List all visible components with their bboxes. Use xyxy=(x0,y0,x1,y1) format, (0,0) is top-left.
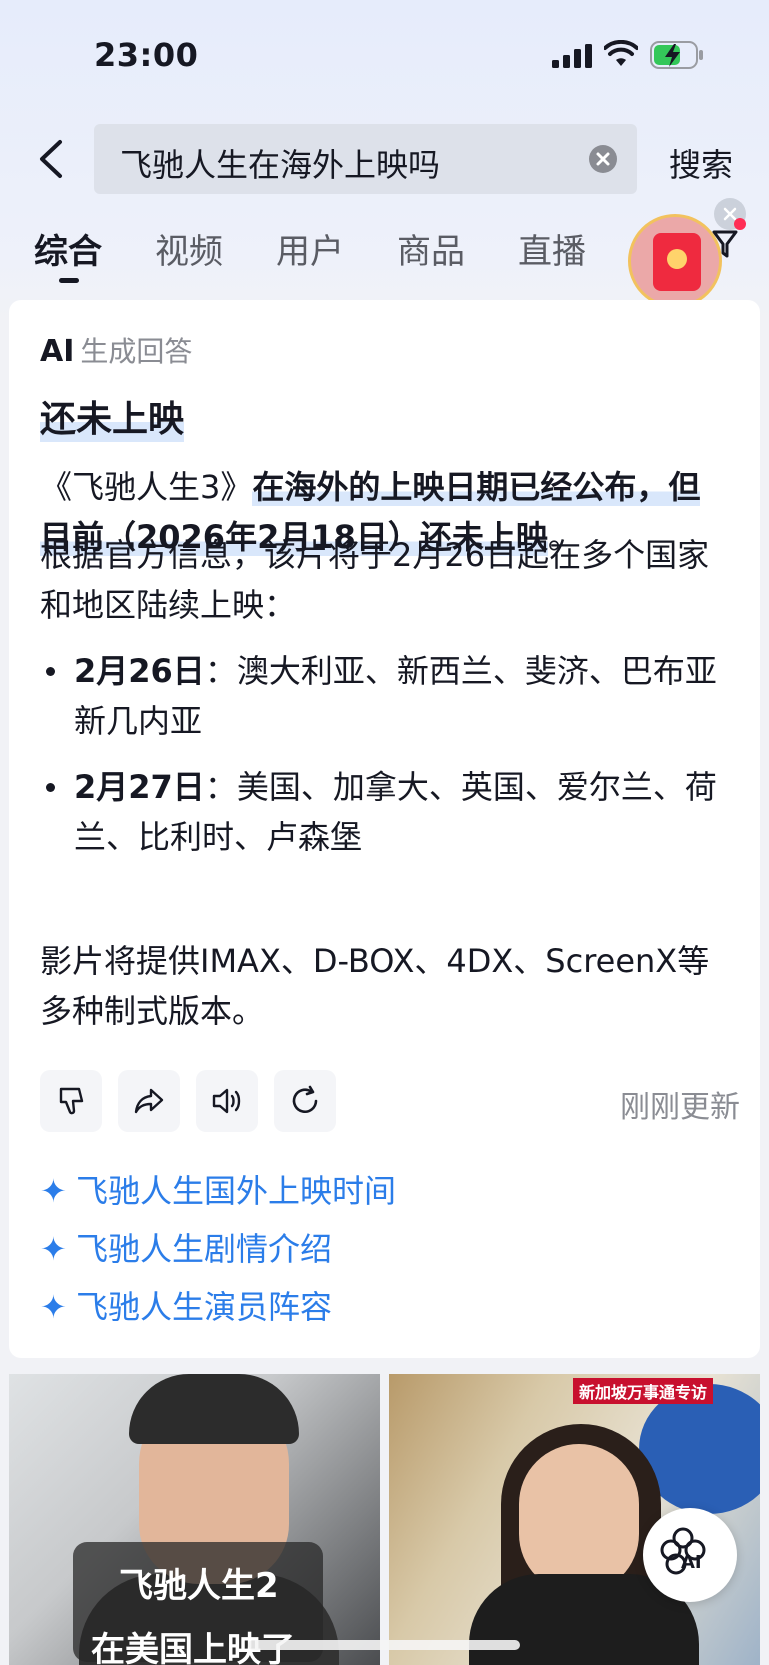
thumbs-down-icon xyxy=(59,1087,84,1115)
search-query[interactable]: 飞驰人生在海外上映吗 xyxy=(120,140,440,186)
ai-logo: AI xyxy=(40,334,75,369)
answer-paragraph-3: 影片将提供IMAX、D-BOX、4DX、ScreenX等多种制式版本。 xyxy=(40,942,710,1030)
share-button[interactable] xyxy=(118,1070,180,1132)
ai-fab-label: AI xyxy=(681,1552,702,1573)
list-item: 2月27日：美国、加拿大、英国、爱尔兰、荷兰、比利时、卢森堡 xyxy=(40,762,730,862)
video-thumbnail-face xyxy=(519,1444,639,1594)
ai-header-label: 生成回答 xyxy=(80,335,193,368)
video-source-tag: 新加坡万事通专访 xyxy=(573,1378,714,1404)
video-thumbnail-cap xyxy=(129,1374,299,1444)
video-caption-line-1: 飞驰人生2 xyxy=(119,1566,279,1606)
tab-comprehensive[interactable]: 综合 xyxy=(34,224,102,273)
video-card-1[interactable]: 飞驰人生2 在美国上映了 xyxy=(9,1374,380,1665)
ai-answer-card: AI 生成回答 还未上映 《飞驰人生3》在海外的上映日期已经公布，但目前（2026… xyxy=(9,300,760,1358)
bullet-sep: ： xyxy=(204,652,237,690)
sparkle-icon: ✦ xyxy=(40,1172,67,1210)
tab-user[interactable]: 用户 xyxy=(276,224,344,273)
tab-video[interactable]: 视频 xyxy=(155,224,223,273)
ai-answer-header: AI 生成回答 xyxy=(40,330,192,370)
answer-actions: 刚刚更新 xyxy=(40,1070,740,1132)
answer-p1-lead: 《飞驰人生3》 xyxy=(40,468,253,506)
bullet-sep: ： xyxy=(204,768,237,806)
suggestion-1[interactable]: ✦ 飞驰人生国外上映时间 xyxy=(40,1166,396,1212)
clear-icon[interactable] xyxy=(589,145,617,173)
red-envelope-float-button[interactable] xyxy=(628,214,722,308)
suggestion-2[interactable]: ✦ 飞驰人生剧情介绍 xyxy=(40,1224,332,1270)
updated-status: 刚刚更新 xyxy=(620,1090,740,1125)
cellular-signal-icon xyxy=(552,44,592,68)
dislike-button[interactable] xyxy=(40,1070,102,1132)
suggestion-text[interactable]: 飞驰人生剧情介绍 xyxy=(76,1230,332,1268)
suggestion-text[interactable]: 飞驰人生国外上映时间 xyxy=(76,1172,396,1210)
search-input[interactable]: 飞驰人生在海外上映吗 xyxy=(94,124,637,194)
search-button[interactable]: 搜索 xyxy=(669,140,733,186)
share-icon xyxy=(134,1088,164,1114)
sparkle-icon: ✦ xyxy=(40,1288,67,1326)
regenerate-button[interactable] xyxy=(274,1070,336,1132)
status-time: 23:00 xyxy=(94,36,199,74)
list-item: 2月26日：澳大利亚、新西兰、斐济、巴布亚新几内亚 xyxy=(40,646,730,746)
back-arrow-icon[interactable] xyxy=(36,138,68,180)
answer-title: 还未上映 xyxy=(40,390,185,442)
answer-paragraph-2: 根据官方信息，该片将于2月26日起在多个国家和地区陆续上映： xyxy=(40,536,710,624)
ai-assistant-button[interactable]: AI xyxy=(643,1508,737,1602)
refresh-icon xyxy=(292,1085,318,1114)
read-aloud-button[interactable] xyxy=(196,1070,258,1132)
bullet-date: 2月26日 xyxy=(74,652,205,690)
battery-charging-icon xyxy=(650,41,703,69)
bullet-date: 2月27日 xyxy=(74,768,205,806)
release-date-list: 2月26日：澳大利亚、新西兰、斐济、巴布亚新几内亚 2月27日：美国、加拿大、英… xyxy=(40,646,730,878)
red-envelope-icon xyxy=(653,233,701,291)
suggestion-3[interactable]: ✦ 飞驰人生演员阵容 xyxy=(40,1282,332,1328)
suggestion-text[interactable]: 飞驰人生演员阵容 xyxy=(76,1288,332,1326)
wifi-icon xyxy=(604,40,638,66)
tab-live[interactable]: 直播 xyxy=(518,224,586,273)
tab-active-indicator xyxy=(59,278,79,283)
tab-goods[interactable]: 商品 xyxy=(397,224,465,273)
sparkle-icon: ✦ xyxy=(40,1230,67,1268)
notification-dot xyxy=(734,218,746,230)
speaker-icon xyxy=(212,1088,241,1114)
home-indicator xyxy=(248,1640,520,1650)
